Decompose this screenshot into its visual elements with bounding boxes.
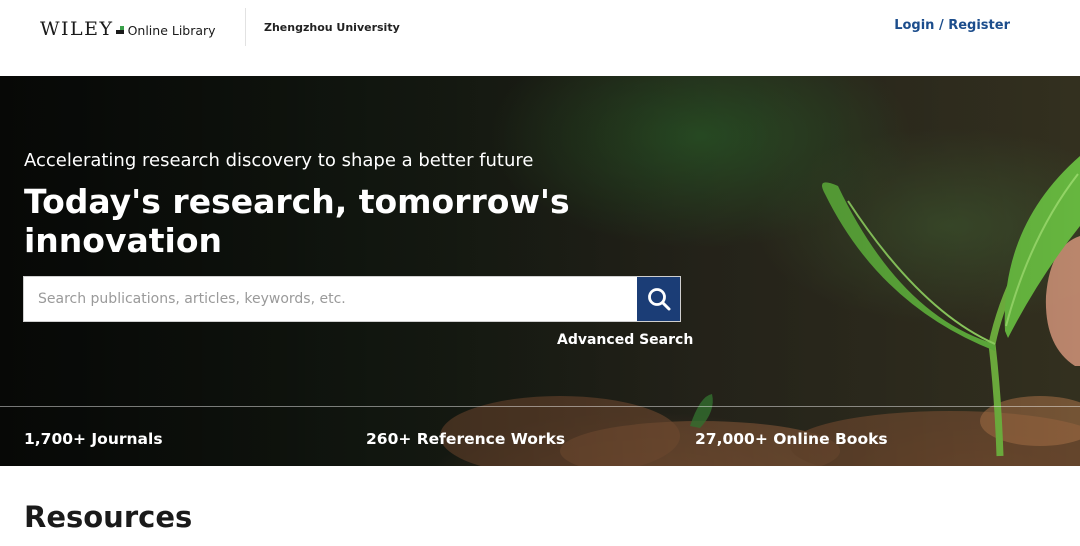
stat-online-books[interactable]: 27,000+ Online Books (695, 430, 888, 448)
hero-banner: Accelerating research discovery to shape… (0, 76, 1080, 466)
logo-wordmark: WILEY (40, 18, 114, 40)
resources-heading: Resources (24, 500, 193, 534)
advanced-search-link[interactable]: Advanced Search (557, 332, 693, 348)
institution-name: Zhengzhou University (264, 21, 400, 34)
stat-journals[interactable]: 1,700+ Journals (24, 430, 163, 448)
hero-title: Today's research, tomorrow's innovation (24, 182, 570, 260)
site-header: WILEY Online Library Zhengzhou Universit… (0, 0, 1080, 76)
search-button[interactable] (637, 277, 680, 321)
login-register-link[interactable]: Login / Register (894, 18, 1010, 33)
search-bar (23, 276, 681, 322)
hero-subtitle: Accelerating research discovery to shape… (24, 150, 534, 171)
hero-overlay (0, 76, 1080, 466)
stat-reference-works[interactable]: 260+ Reference Works (366, 430, 565, 448)
logo-suffix: Online Library (127, 23, 216, 38)
search-input[interactable] (24, 277, 638, 321)
search-icon (647, 288, 670, 311)
stats-divider (0, 406, 1080, 407)
wiley-logo[interactable]: WILEY Online Library (40, 18, 216, 40)
header-divider (245, 8, 246, 46)
logo-mark-icon (115, 26, 124, 34)
